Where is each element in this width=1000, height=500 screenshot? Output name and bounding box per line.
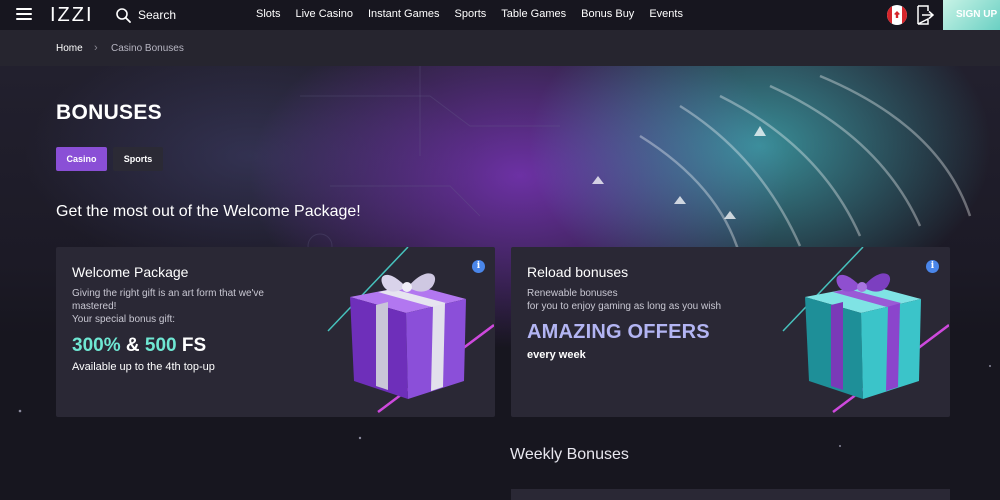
nav-item-events[interactable]: Events bbox=[649, 8, 683, 20]
nav-item-table-games[interactable]: Table Games bbox=[501, 8, 566, 20]
nav-item-sports[interactable]: Sports bbox=[455, 8, 487, 20]
top-header: IZZI Search Slots Live Casino Instant Ga… bbox=[0, 0, 1000, 30]
search-button[interactable]: Search bbox=[116, 5, 176, 25]
card-description-line2: Your special bonus gift: bbox=[72, 314, 176, 325]
main-nav: Slots Live Casino Instant Games Sports T… bbox=[256, 8, 698, 20]
free-spins-count: 500 bbox=[144, 335, 177, 356]
gift-box-icon bbox=[782, 247, 949, 413]
breadcrumb: Home › Casino Bonuses bbox=[0, 30, 1000, 66]
search-icon bbox=[116, 7, 131, 23]
card-description-line2: for you to enjoy gaming as long as you w… bbox=[527, 301, 721, 312]
nav-item-slots[interactable]: Slots bbox=[256, 8, 280, 20]
breadcrumb-home[interactable]: Home bbox=[56, 43, 83, 54]
welcome-package-card[interactable]: Welcome Package Giving the right gift is… bbox=[56, 247, 495, 417]
free-spins-unit: FS bbox=[176, 335, 207, 356]
info-icon[interactable]: i bbox=[472, 260, 485, 273]
nav-item-live-casino[interactable]: Live Casino bbox=[295, 8, 352, 20]
bonus-amount: 300% & 500 FS bbox=[72, 335, 206, 357]
page-title: BONUSES bbox=[56, 101, 162, 124]
card-title: Reload bonuses bbox=[527, 264, 629, 280]
card-description: Renewable bonuses for you to enjoy gamin… bbox=[527, 287, 757, 313]
nav-item-bonus-buy[interactable]: Bonus Buy bbox=[581, 8, 634, 20]
login-icon[interactable] bbox=[914, 4, 934, 26]
bonus-note: Available up to the 4th top-up bbox=[72, 361, 215, 373]
info-icon[interactable]: i bbox=[926, 260, 939, 273]
menu-icon[interactable] bbox=[16, 8, 32, 20]
tab-casino[interactable]: Casino bbox=[56, 147, 107, 171]
hero-section: BONUSES Casino Sports Get the most out o… bbox=[0, 66, 1000, 500]
search-label: Search bbox=[138, 8, 177, 22]
nav-item-instant-games[interactable]: Instant Games bbox=[368, 8, 440, 20]
bonus-percent: 300% bbox=[72, 335, 121, 356]
chevron-right-icon: › bbox=[94, 42, 98, 54]
offers-subline: every week bbox=[527, 349, 586, 361]
weekly-bonuses-heading: Weekly Bonuses bbox=[510, 446, 629, 463]
welcome-subtitle: Get the most out of the Welcome Package! bbox=[56, 203, 361, 220]
tab-sports[interactable]: Sports bbox=[113, 147, 163, 171]
breadcrumb-current: Casino Bonuses bbox=[111, 43, 184, 54]
reload-bonuses-card[interactable]: Reload bonuses Renewable bonuses for you… bbox=[511, 247, 950, 417]
weekly-bonus-card[interactable] bbox=[511, 489, 950, 500]
card-description-line1: Renewable bonuses bbox=[527, 288, 618, 299]
canada-flag-icon[interactable] bbox=[887, 5, 907, 25]
signup-button[interactable]: SIGN UP bbox=[943, 0, 1000, 30]
logo[interactable]: IZZI bbox=[50, 4, 94, 27]
card-title: Welcome Package bbox=[72, 264, 189, 280]
card-description: Giving the right gift is an art form tha… bbox=[72, 287, 302, 326]
card-description-line1: Giving the right gift is an art form tha… bbox=[72, 288, 264, 312]
bonus-amp: & bbox=[120, 335, 145, 356]
gift-box-icon bbox=[327, 247, 494, 413]
offers-headline: AMAZING OFFERS bbox=[527, 321, 710, 343]
